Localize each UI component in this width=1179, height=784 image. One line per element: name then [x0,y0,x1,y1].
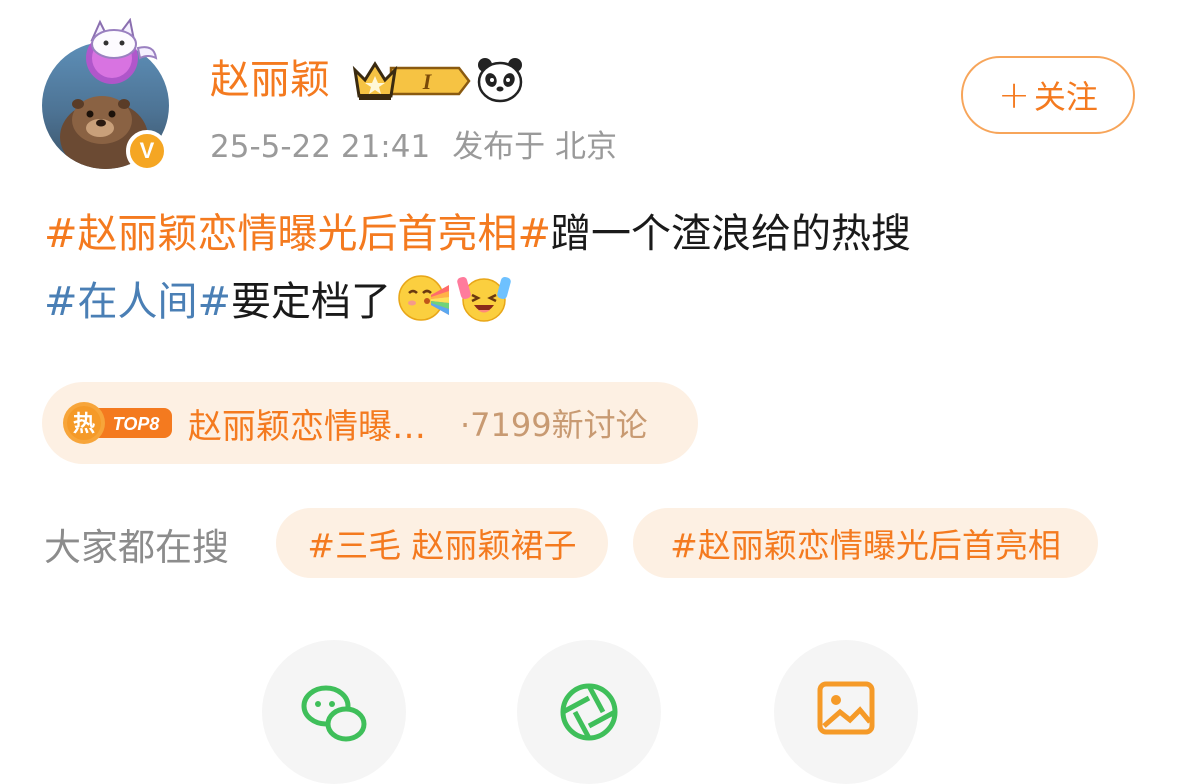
share-wechat-button[interactable] [262,640,406,784]
hot-topic-card[interactable]: 热 TOP8 赵丽颖恋情曝… ·7199新讨论 [42,382,698,464]
post-timestamp: 25-5-22 21:41 [210,129,431,165]
wechat-icon [301,685,367,742]
follow-label: 关注 [1033,78,1098,116]
post-text: 要定档了 [231,279,392,325]
hot-char: 热 [73,411,95,437]
post-text: 蹭一个渣浪给的热搜 [551,211,912,257]
post-meta: 25-5-22 21:41 发布于 北京 [210,124,617,170]
avatar-decoration-icon [78,17,160,90]
share-moments-button[interactable] [517,640,661,784]
laughing-emoji-icon [457,271,511,325]
verified-badge-icon: V [126,130,168,172]
hashtag-link[interactable]: #赵丽颖恋情曝光后首亮相# [44,211,551,257]
moments-icon [560,683,618,741]
hot-topic-title: 赵丽颖恋情曝… [188,406,426,447]
plus-icon: + [998,73,1030,117]
hot-rank-label: TOP8 [113,414,160,434]
share-image-button[interactable] [774,640,918,784]
rainbow-kiss-emoji-icon [397,271,451,325]
trending-search-chip[interactable]: #三毛 赵丽颖裙子 [276,508,608,578]
author-name[interactable]: 赵丽颖 [210,50,330,110]
hot-topic-stats: ·7199新讨论 [460,406,648,444]
hot-rank-badge: 热 TOP8 [62,400,174,446]
vip-crown-badge-icon[interactable]: I [351,58,471,104]
post-text-line-2: #在人间#要定档了 [44,270,511,334]
trending-search-chip[interactable]: #赵丽颖恋情曝光后首亮相 [633,508,1098,578]
hashtag-link[interactable]: #在人间# [44,279,231,325]
post-location: 发布于 北京 [452,129,618,165]
follow-button[interactable]: + 关注 [961,56,1135,134]
image-icon [817,681,875,735]
trending-search-label: 大家都在搜 [44,526,229,569]
panda-icon [476,56,524,104]
post-text-line-1: #赵丽颖恋情曝光后首亮相#蹭一个渣浪给的热搜 [44,202,911,266]
vip-level-label: I [422,69,433,94]
